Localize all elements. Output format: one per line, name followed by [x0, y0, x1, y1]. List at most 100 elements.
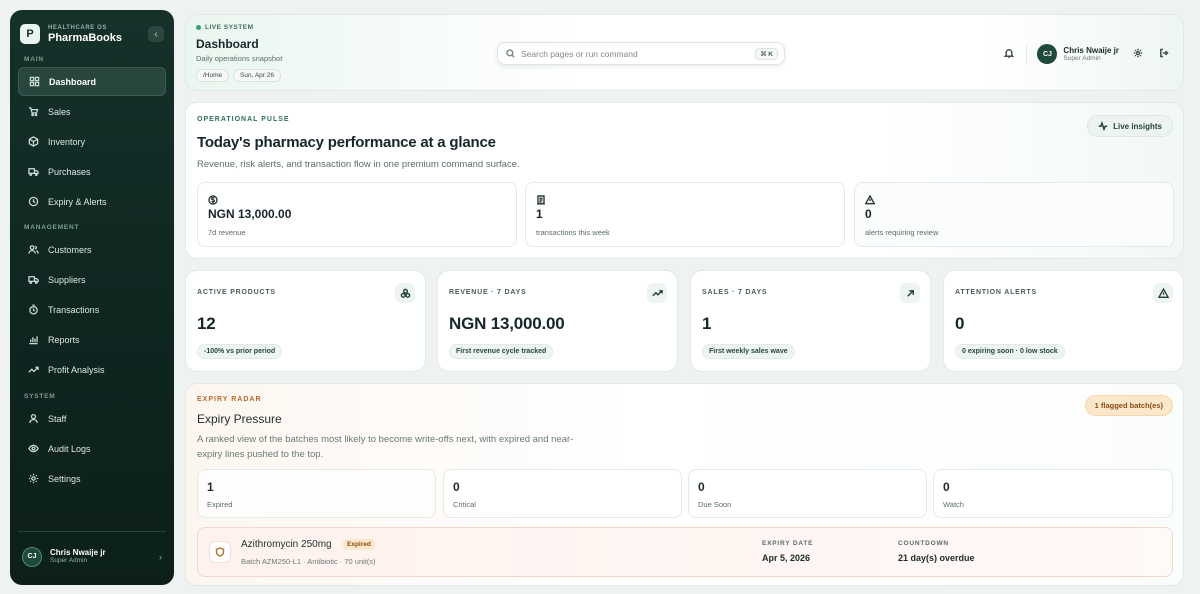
brand: P HEALTHCARE OS PharmaBooks ‹: [18, 22, 166, 46]
expiry-eyebrow: EXPIRY RADAR: [197, 396, 262, 403]
sidebar-item-label: Expiry & Alerts: [48, 196, 107, 207]
stat-label: SALES · 7 DAYS: [702, 289, 768, 296]
sidebar-item-label: Audit Logs: [48, 443, 91, 454]
count-label: Watch: [943, 500, 964, 509]
brand-subtitle: HEALTHCARE OS: [48, 24, 108, 31]
stat-active-products[interactable]: ACTIVE PRODUCTS 12 -100% vs prior period: [185, 270, 426, 372]
sidebar-item-reports[interactable]: Reports: [18, 325, 166, 354]
sidebar-item-label: Settings: [48, 473, 81, 484]
sidebar-item-customers[interactable]: Customers: [18, 235, 166, 264]
sidebar-user-name: Chris Nwaije jr: [50, 547, 106, 557]
status-badge: Expired: [343, 539, 375, 550]
header-user[interactable]: Chris Nwaije jr Super Admin: [1063, 46, 1119, 63]
column-label: COUNTDOWN: [898, 540, 949, 547]
stat-note: First weekly sales wave: [702, 344, 795, 359]
live-dot-icon: [196, 25, 201, 30]
metric-label: transactions this week: [536, 228, 610, 237]
count-value: 0: [943, 480, 950, 494]
count-value: 1: [207, 480, 214, 494]
page-subtitle: Daily operations snapshot: [196, 54, 283, 63]
arrow-up-right-icon: [900, 283, 920, 303]
stat-note: -100% vs prior period: [197, 344, 283, 359]
avatar[interactable]: CJ: [1037, 44, 1058, 64]
bell-icon[interactable]: [1004, 45, 1015, 63]
trend-up-icon: [647, 283, 667, 303]
users-icon: [27, 244, 39, 256]
page-title: Dashboard: [196, 37, 259, 51]
sidebar-item-transactions[interactable]: Transactions: [18, 295, 166, 324]
warning-icon: [1153, 283, 1173, 303]
sidebar-item-label: Profit Analysis: [48, 364, 105, 375]
sidebar-item-expiry-alerts[interactable]: Expiry & Alerts: [18, 187, 166, 216]
stat-revenue-7-days[interactable]: REVENUE · 7 DAYS NGN 13,000.00 First rev…: [437, 270, 678, 372]
collapse-sidebar-button[interactable]: ‹: [148, 26, 164, 42]
nav-section-main: MAIN: [24, 56, 44, 63]
count-watch[interactable]: 0 Watch: [933, 469, 1173, 518]
brand-name: PharmaBooks: [48, 31, 122, 44]
sidebar-item-staff[interactable]: Staff: [18, 404, 166, 433]
sidebar-item-profit-analysis[interactable]: Profit Analysis: [18, 355, 166, 384]
cart-icon: [27, 106, 39, 118]
chevron-right-icon: ›: [159, 551, 162, 562]
shortcut-hint: ⌘ K: [755, 47, 778, 60]
live-insights-label: Live insights: [1113, 121, 1162, 131]
stat-value: 0: [955, 314, 965, 333]
nav-section-system: SYSTEM: [24, 393, 56, 400]
batch-product-name: Azithromycin 250mg: [241, 539, 332, 550]
sidebar-item-label: Customers: [48, 244, 92, 255]
stat-label: ATTENTION ALERTS: [955, 289, 1038, 296]
live-insights-button[interactable]: Live insights: [1087, 115, 1173, 137]
sidebar-item-purchases[interactable]: Purchases: [18, 157, 166, 186]
search-bar[interactable]: ⌘ K: [497, 42, 785, 65]
count-expired[interactable]: 1 Expired: [197, 469, 436, 518]
pulse-title: Today's pharmacy performance at a glance: [197, 134, 496, 151]
breadcrumb[interactable]: /Home: [196, 69, 230, 82]
sidebar-item-label: Sales: [48, 106, 71, 117]
search-icon: [506, 49, 515, 58]
shield-icon: [209, 541, 231, 563]
avatar: CJ: [22, 546, 42, 567]
count-value: 0: [453, 480, 460, 494]
sidebar-item-label: Purchases: [48, 166, 91, 177]
stat-value: NGN 13,000.00: [449, 314, 565, 333]
box-icon: [27, 136, 39, 148]
sidebar-item-label: Transactions: [48, 304, 100, 315]
metric-revenue: NGN 13,000.00 7d revenue: [197, 182, 517, 247]
count-label: Expired: [207, 500, 233, 509]
live-system-label: LIVE SYSTEM: [205, 24, 254, 31]
metric-value: NGN 13,000.00: [208, 207, 292, 221]
column-value: 21 day(s) overdue: [898, 553, 975, 563]
sidebar-item-label: Suppliers: [48, 274, 86, 285]
sidebar-user-role: Super Admin: [50, 557, 88, 565]
sidebar-item-audit-logs[interactable]: Audit Logs: [18, 434, 166, 463]
sidebar-item-inventory[interactable]: Inventory: [18, 127, 166, 156]
sidebar-item-sales[interactable]: Sales: [18, 97, 166, 126]
header-divider: [1026, 45, 1028, 63]
batch-row[interactable]: Azithromycin 250mg Expired Batch AZM250-…: [197, 527, 1173, 577]
stat-sales-7-days[interactable]: SALES · 7 DAYS 1 First weekly sales wave: [690, 270, 931, 372]
stat-value: 1: [702, 314, 712, 333]
metric-value: 0: [865, 207, 872, 221]
metric-transactions: 1 transactions this week: [525, 182, 845, 247]
header-user-name: Chris Nwaije jr: [1063, 45, 1119, 55]
count-due-soon[interactable]: 0 Due Soon: [688, 469, 927, 518]
gear-icon[interactable]: [1133, 45, 1143, 63]
operational-pulse-card: OPERATIONAL PULSE Today's pharmacy perfo…: [185, 102, 1184, 259]
live-system-indicator: LIVE SYSTEM: [196, 24, 253, 31]
stat-note: 0 expiring soon · 0 low stock: [955, 344, 1065, 359]
trend-icon: [27, 364, 39, 376]
expiry-subtitle: A ranked view of the batches most likely…: [197, 434, 574, 460]
flagged-batches-badge[interactable]: 1 flagged batch(es): [1084, 395, 1173, 416]
batch-meta: Batch AZM250-L1 · Antibiotic · 70 unit(s…: [241, 557, 376, 566]
eye-icon: [27, 443, 39, 455]
logout-icon[interactable]: [1159, 45, 1169, 63]
sidebar-item-dashboard[interactable]: Dashboard: [18, 67, 166, 96]
sidebar-item-settings[interactable]: Settings: [18, 464, 166, 493]
count-critical[interactable]: 0 Critical: [443, 469, 682, 518]
grid-icon: [28, 76, 40, 88]
metric-alerts: 0 alerts requiring review: [854, 182, 1174, 247]
stat-attention-alerts[interactable]: ATTENTION ALERTS 0 0 expiring soon · 0 l…: [943, 270, 1184, 372]
sidebar-user-card[interactable]: CJ Chris Nwaije jr Super Admin ›: [18, 531, 166, 573]
search-input[interactable]: [521, 48, 750, 59]
sidebar-item-suppliers[interactable]: Suppliers: [18, 265, 166, 294]
